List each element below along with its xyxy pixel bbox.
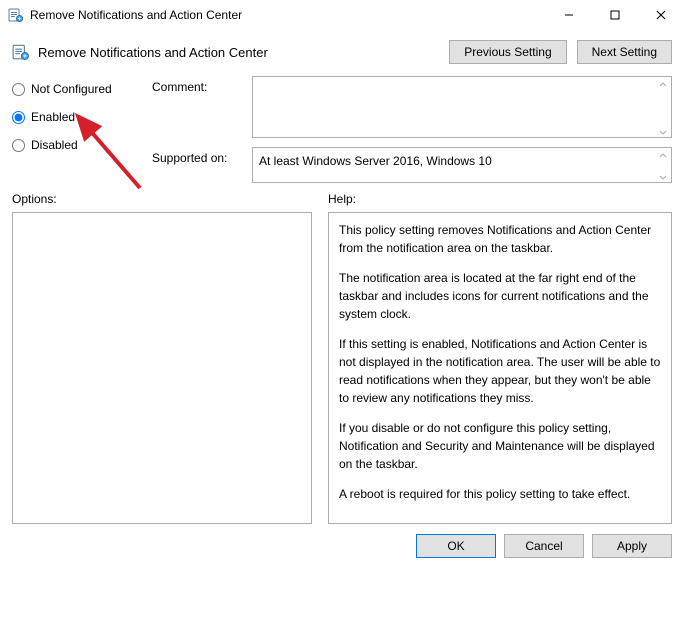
policy-title: Remove Notifications and Action Center bbox=[38, 45, 268, 60]
help-panel: This policy setting removes Notification… bbox=[328, 212, 672, 524]
next-setting-button[interactable]: Next Setting bbox=[577, 40, 672, 64]
close-button[interactable] bbox=[638, 0, 684, 30]
help-paragraph: This policy setting removes Notification… bbox=[339, 221, 661, 257]
footer-buttons: OK Cancel Apply bbox=[0, 524, 684, 570]
radio-disabled-label: Disabled bbox=[31, 138, 78, 152]
maximize-button[interactable] bbox=[592, 0, 638, 30]
radio-enabled-input[interactable] bbox=[12, 111, 25, 124]
supported-on-box bbox=[252, 147, 672, 183]
radio-enabled[interactable]: Enabled bbox=[12, 110, 152, 124]
scroll-down-icon bbox=[656, 125, 670, 139]
ok-button[interactable]: OK bbox=[416, 534, 496, 558]
lower-panels: Options: Help: This policy setting remov… bbox=[0, 186, 684, 524]
config-area: Not Configured Enabled Disabled Comment:… bbox=[0, 68, 684, 186]
window-title: Remove Notifications and Action Center bbox=[30, 8, 242, 22]
apply-button[interactable]: Apply bbox=[592, 534, 672, 558]
radio-not-configured-label: Not Configured bbox=[31, 82, 112, 96]
policy-window-icon bbox=[8, 7, 24, 23]
radio-not-configured[interactable]: Not Configured bbox=[12, 82, 152, 96]
scroll-up-icon bbox=[656, 149, 670, 163]
comment-input[interactable] bbox=[252, 76, 672, 138]
radio-not-configured-input[interactable] bbox=[12, 83, 25, 96]
options-label: Options: bbox=[12, 192, 312, 206]
titlebar: Remove Notifications and Action Center bbox=[0, 0, 684, 30]
options-panel bbox=[12, 212, 312, 524]
radio-disabled-input[interactable] bbox=[12, 139, 25, 152]
policy-icon bbox=[12, 43, 30, 61]
comment-label: Comment: bbox=[152, 76, 252, 94]
window-controls bbox=[546, 0, 684, 30]
help-paragraph: A reboot is required for this policy set… bbox=[339, 485, 661, 503]
supported-label: Supported on: bbox=[152, 147, 252, 165]
minimize-button[interactable] bbox=[546, 0, 592, 30]
help-paragraph: If you disable or do not configure this … bbox=[339, 419, 661, 473]
help-label: Help: bbox=[328, 192, 672, 206]
radio-disabled[interactable]: Disabled bbox=[12, 138, 152, 152]
header-row: Remove Notifications and Action Center P… bbox=[0, 30, 684, 68]
help-paragraph: The notification area is located at the … bbox=[339, 269, 661, 323]
scroll-up-icon bbox=[656, 78, 670, 92]
cancel-button[interactable]: Cancel bbox=[504, 534, 584, 558]
help-paragraph: If this setting is enabled, Notification… bbox=[339, 335, 661, 407]
scroll-down-icon bbox=[656, 170, 670, 184]
previous-setting-button[interactable]: Previous Setting bbox=[449, 40, 566, 64]
state-radio-group: Not Configured Enabled Disabled bbox=[12, 76, 152, 186]
radio-enabled-label: Enabled bbox=[31, 110, 75, 124]
